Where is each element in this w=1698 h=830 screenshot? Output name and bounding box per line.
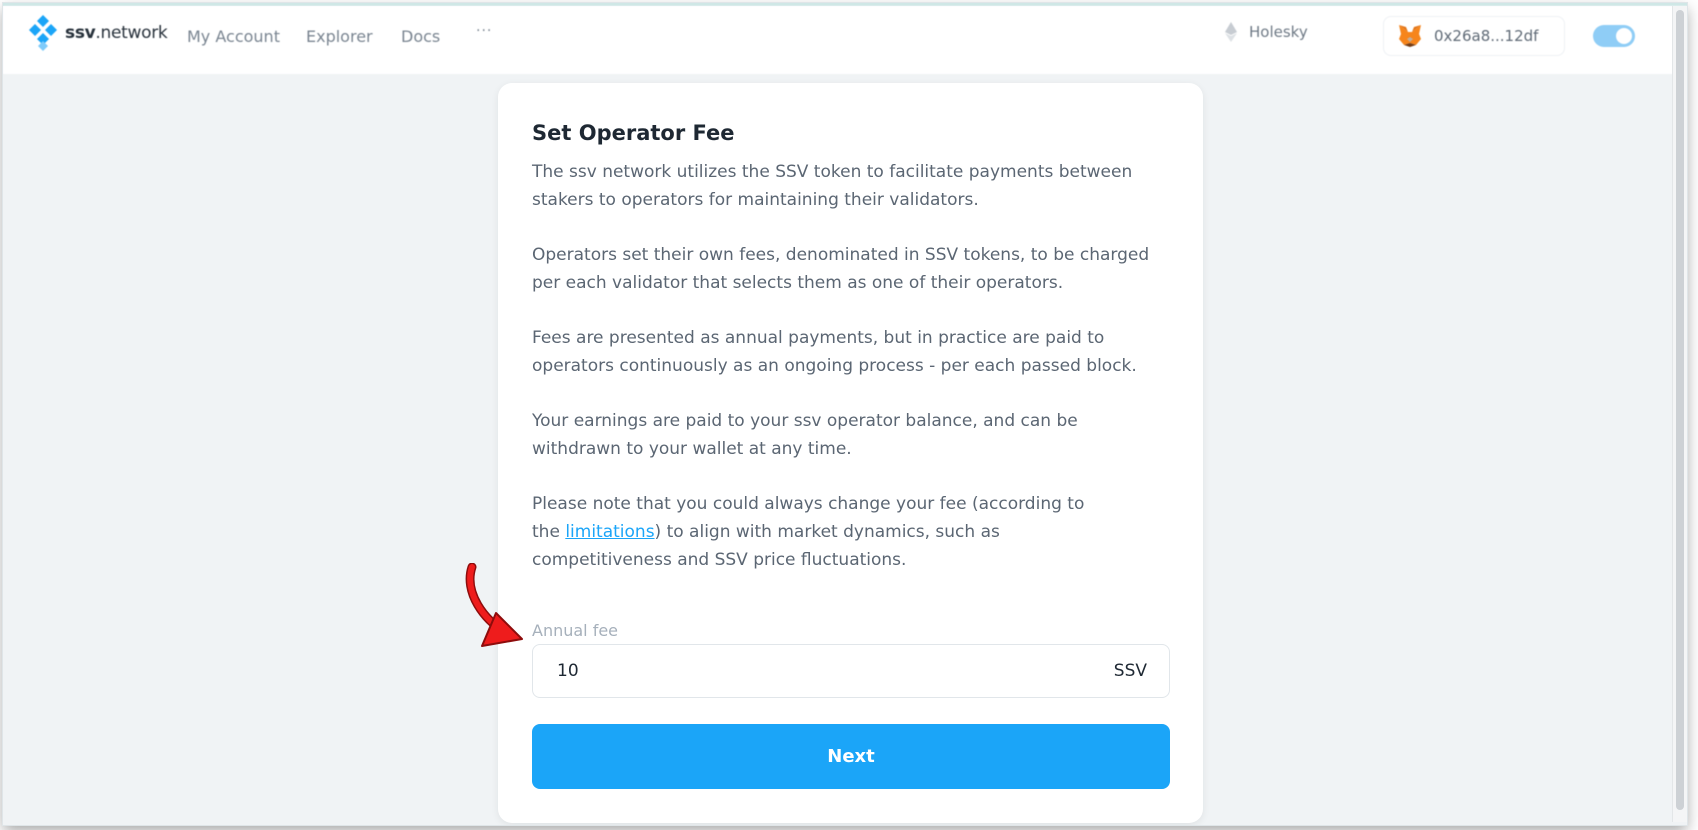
set-fee-card: Set Operator Fee The ssv network utilize… — [498, 83, 1203, 823]
annual-fee-label: Annual fee — [532, 621, 619, 640]
scrollbar-thumb[interactable] — [1676, 10, 1684, 810]
nav-docs[interactable]: Docs — [401, 27, 440, 46]
page-scrollbar[interactable] — [1672, 6, 1687, 822]
nav-explorer[interactable]: Explorer — [306, 27, 373, 46]
metamask-fox-icon — [1399, 25, 1421, 47]
top-header: ssv.network My Account Explorer Docs ···… — [3, 6, 1687, 74]
wallet-button[interactable]: 0x26a8...12df — [1383, 16, 1565, 56]
next-button[interactable]: Next — [532, 724, 1170, 789]
card-title: Set Operator Fee — [532, 121, 735, 145]
ssv-logo[interactable]: ssv.network — [29, 15, 168, 51]
wallet-address: 0x26a8...12df — [1434, 27, 1539, 45]
annotation-arrow-icon — [465, 563, 523, 647]
network-selector[interactable]: Holesky — [1225, 22, 1308, 42]
fees-paragraph: Operators set their own fees, denominate… — [532, 245, 1150, 293]
limitations-link[interactable]: limitations — [565, 522, 654, 542]
fee-unit-label: SSV — [1113, 661, 1147, 681]
nav-my-account[interactable]: My Account — [187, 27, 280, 46]
intro-paragraph: The ssv network utilizes the SSV token t… — [532, 162, 1133, 210]
theme-toggle[interactable] — [1593, 25, 1635, 47]
logo-text: ssv.network — [65, 23, 168, 43]
nav-more-menu[interactable]: ··· — [476, 23, 492, 39]
annual-fee-field[interactable]: SSV — [532, 644, 1170, 698]
ethereum-icon — [1225, 22, 1237, 42]
ssv-logo-icon — [29, 15, 57, 51]
app-window: ssv.network My Account Explorer Docs ···… — [3, 3, 1687, 825]
network-name: Holesky — [1249, 23, 1308, 41]
note-paragraph: Please note that you could always change… — [532, 490, 1092, 574]
annual-fee-input[interactable] — [557, 661, 1114, 681]
earnings-paragraph: Your earnings are paid to your ssv opera… — [532, 411, 1078, 459]
payments-paragraph: Fees are presented as annual payments, b… — [532, 328, 1137, 376]
